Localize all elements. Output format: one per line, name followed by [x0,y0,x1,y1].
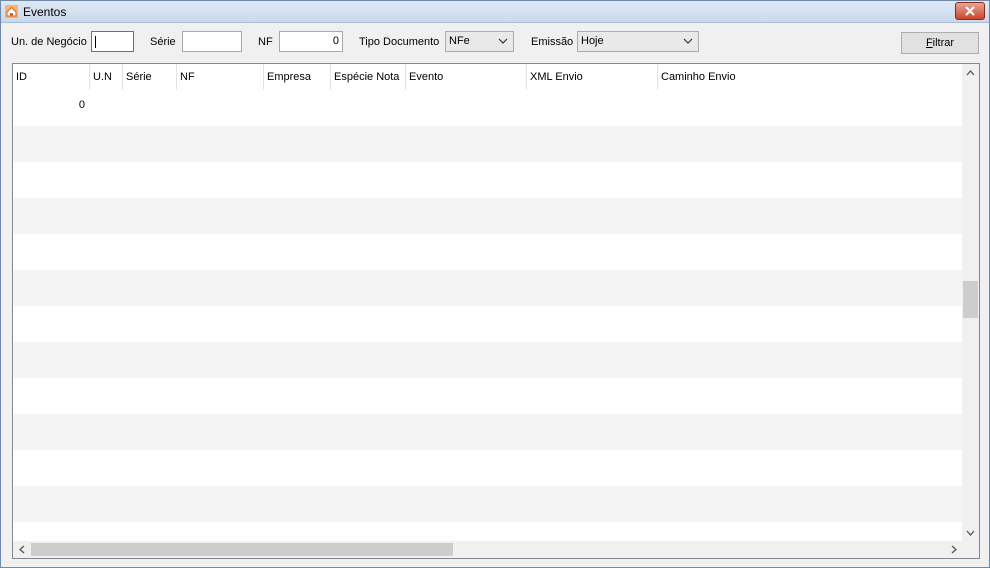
empty-row [13,450,962,486]
horizontal-scrollbar[interactable] [13,541,979,558]
scroll-left-button[interactable] [13,541,30,558]
vertical-scrollbar[interactable] [962,64,979,541]
emissao-label: Emissão [531,36,574,48]
filtrar-button[interactable]: Filtrar [901,32,979,54]
empty-row [13,198,962,234]
serie-input[interactable] [182,31,242,52]
filtrar-label: iltrar [932,37,955,49]
chevron-down-icon [498,38,508,44]
nf-input[interactable]: 0 [279,31,343,52]
column-header-xml-envio[interactable]: XML Envio [527,64,658,90]
unidade-label: Un. de Negócio [11,36,87,48]
empty-row [13,378,962,414]
scroll-down-button[interactable] [962,524,979,541]
empty-row [13,306,962,342]
vertical-scroll-thumb[interactable] [963,281,978,318]
title-bar: Eventos [1,1,989,23]
chevron-left-icon [18,545,24,554]
events-grid[interactable]: ID U.N Série NF Empresa Espécie Nota Eve… [12,63,980,559]
scroll-right-button[interactable] [945,541,962,558]
empty-row [13,486,962,522]
empty-row [13,414,962,450]
nf-value: 0 [332,35,339,47]
column-header-empresa[interactable]: Empresa [264,64,331,90]
tipo-documento-select[interactable]: NFe [445,31,514,52]
column-header-evento[interactable]: Evento [406,64,527,90]
table-row[interactable]: 0 [13,90,962,126]
emissao-select[interactable]: Hoje [577,31,699,52]
nf-label: NF [258,36,273,48]
filtrar-mnemonic: F [925,37,933,49]
emissao-value: Hoje [581,35,604,47]
text-caret [95,36,96,48]
chevron-down-icon [966,530,975,536]
empty-row [13,270,962,306]
grid-header: ID U.N Série NF Empresa Espécie Nota Eve… [13,64,962,90]
column-header-caminho-envio[interactable]: Caminho Envio [658,64,962,90]
chevron-right-icon [951,545,957,554]
column-header-un[interactable]: U.N [90,64,123,90]
serie-label: Série [150,36,176,48]
empty-row [13,126,962,162]
app-house-icon [5,5,18,18]
empty-row [13,234,962,270]
grid-body: 0 [13,90,962,541]
column-header-id[interactable]: ID [13,64,90,90]
window: Eventos Un. de Negócio Série NF 0 Tipo D… [0,0,990,568]
close-button[interactable] [955,2,985,20]
scroll-up-button[interactable] [962,64,979,81]
chevron-up-icon [966,69,975,75]
cell-id: 0 [78,99,85,111]
tipo-documento-label: Tipo Documento [359,36,440,48]
column-header-nf[interactable]: NF [177,64,264,90]
chevron-down-icon [683,38,693,44]
horizontal-scroll-thumb[interactable] [31,543,453,556]
empty-row [13,342,962,378]
tipo-documento-value: NFe [449,35,470,47]
unidade-input[interactable] [91,31,134,52]
close-icon [965,6,975,16]
window-title: Eventos [23,5,67,19]
column-header-serie[interactable]: Série [123,64,177,90]
empty-row [13,162,962,198]
column-header-especie-nota[interactable]: Espécie Nota [331,64,406,90]
